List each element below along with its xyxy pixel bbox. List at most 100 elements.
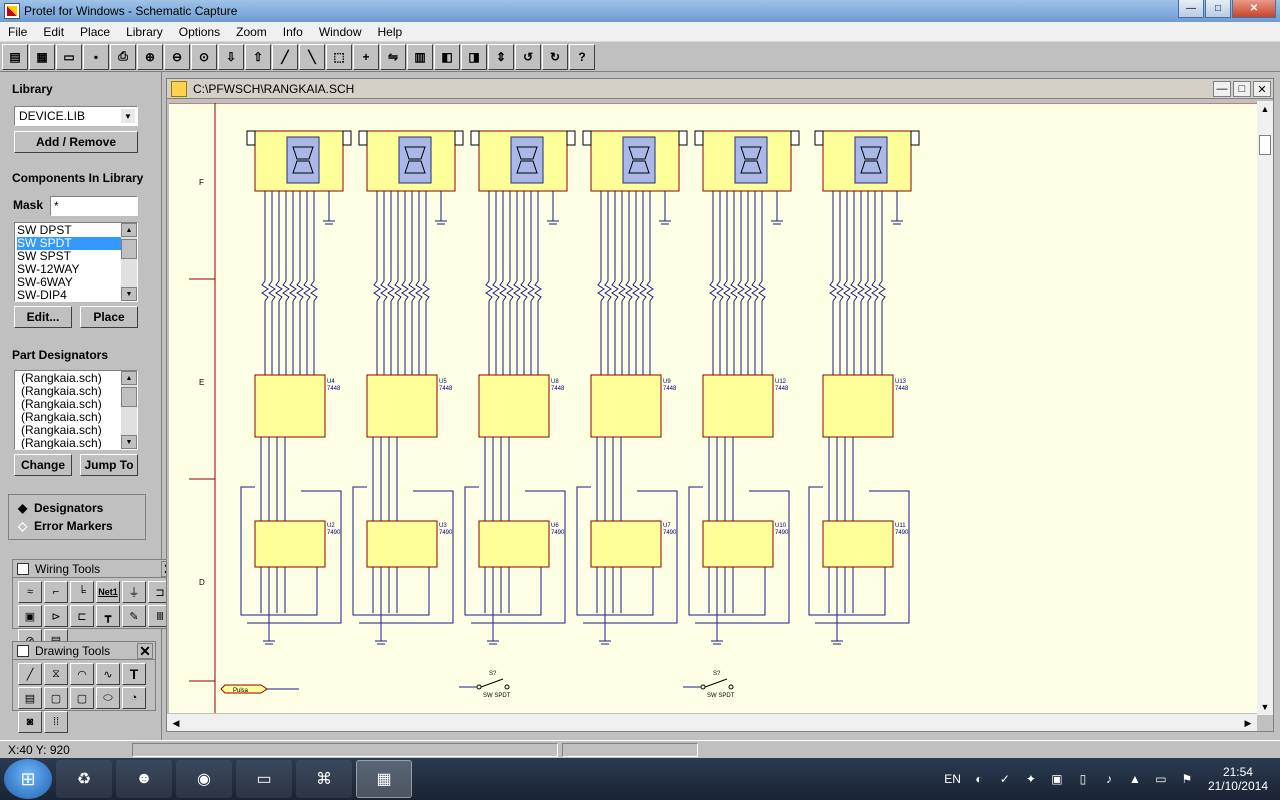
menu-edit[interactable]: Edit <box>35 25 72 39</box>
pie-icon[interactable]: ◔ <box>122 687 146 709</box>
edit-button[interactable]: Edit... <box>14 306 72 328</box>
schematic-drawing[interactable]: FED U47448U27490U57448U37490U87448U67490… <box>169 103 1257 713</box>
components-list[interactable]: SW DPST SW SPDT SW SPST SW-12WAY SW-6WAY… <box>14 222 138 302</box>
taskbar-protel-icon[interactable]: ▦ <box>356 760 412 798</box>
port-icon[interactable]: ◧ <box>434 43 460 70</box>
designators-scrollbar[interactable]: ▲ ▼ <box>121 371 137 449</box>
arc-icon[interactable]: ◠ <box>70 663 94 685</box>
list-item[interactable]: (Rangkaia.sch) <box>21 437 137 450</box>
designators-list[interactable]: (Rangkaia.sch) (Rangkaia.sch) (Rangkaia.… <box>14 370 138 450</box>
menu-place[interactable]: Place <box>72 25 118 39</box>
ground-icon[interactable]: ⏚ <box>122 581 146 603</box>
text-frame-icon[interactable]: ▤ <box>18 687 42 709</box>
vertical-scrollbar[interactable]: ▲ ▼ <box>1257 101 1273 715</box>
doc-maximize-button[interactable]: □ <box>1233 81 1251 97</box>
components-scrollbar[interactable]: ▲ ▼ <box>121 223 137 301</box>
new-doc-icon[interactable]: ▦ <box>29 43 55 70</box>
power-icon[interactable]: ⇕ <box>488 43 514 70</box>
tray-app-icon[interactable]: ◐ <box>971 771 987 787</box>
select-icon[interactable]: ⬚ <box>326 43 352 70</box>
minimize-button[interactable]: — <box>1178 0 1204 18</box>
bus-icon[interactable]: ╲ <box>299 43 325 70</box>
change-button[interactable]: Change <box>14 454 72 476</box>
menu-options[interactable]: Options <box>171 25 228 39</box>
junction-icon[interactable]: ┳ <box>96 605 120 627</box>
tray-device-icon[interactable]: ▯ <box>1075 771 1091 787</box>
menu-info[interactable]: Info <box>275 25 311 39</box>
menu-window[interactable]: Window <box>311 25 370 39</box>
tray-network-icon[interactable]: ▣ <box>1049 771 1065 787</box>
scroll-up-icon[interactable]: ▲ <box>121 371 137 385</box>
folder-icon[interactable]: ▭ <box>56 43 82 70</box>
doc-minimize-button[interactable]: — <box>1213 81 1231 97</box>
save-icon[interactable]: ▪ <box>83 43 109 70</box>
taskbar-chrome-icon[interactable]: ◉ <box>176 760 232 798</box>
menu-help[interactable]: Help <box>370 25 411 39</box>
wire-icon[interactable]: ╱ <box>272 43 298 70</box>
bus-icon[interactable]: ⌐ <box>44 581 68 603</box>
mask-input[interactable]: * <box>50 196 138 216</box>
drawing-tools-close-button[interactable]: ✕ <box>137 643 153 659</box>
zoom-in-icon[interactable]: ⊕ <box>137 43 163 70</box>
tray-security-icon[interactable]: ✓ <box>997 771 1013 787</box>
place-button[interactable]: Place <box>80 306 138 328</box>
list-item[interactable]: SW-DIP4 <box>17 289 137 302</box>
line-icon[interactable]: ╱ <box>18 663 42 685</box>
volume-icon[interactable]: ♪ <box>1101 771 1117 787</box>
taskbar-pdf-icon[interactable]: ⌘ <box>296 760 352 798</box>
scroll-up-icon[interactable]: ▲ <box>121 223 137 237</box>
bezier-icon[interactable]: ∿ <box>96 663 120 685</box>
rectangle-icon[interactable]: ▢ <box>44 687 68 709</box>
menu-zoom[interactable]: Zoom <box>228 25 275 39</box>
tray-display-icon[interactable]: ▭ <box>1153 771 1169 787</box>
menu-file[interactable]: File <box>0 25 35 39</box>
ellipse-icon[interactable]: ⬭ <box>96 687 120 709</box>
error-markers-radio[interactable]: ◇ Error Markers <box>18 519 113 533</box>
chevron-down-icon[interactable]: ▼ <box>121 109 135 123</box>
start-button[interactable]: ⊞ <box>4 759 52 799</box>
add-remove-button[interactable]: Add / Remove <box>14 131 138 153</box>
scroll-right-icon[interactable]: ▶ <box>1241 716 1255 730</box>
pencil-icon[interactable]: ✎ <box>122 605 146 627</box>
arrow-down-icon[interactable]: ⇩ <box>218 43 244 70</box>
open-doc-icon[interactable]: ▤ <box>2 43 28 70</box>
scroll-thumb[interactable] <box>1259 135 1271 155</box>
jump-to-button[interactable]: Jump To <box>80 454 138 476</box>
wiring-tools-titlebar[interactable]: Wiring Tools <box>13 560 179 578</box>
doc-close-button[interactable]: ✕ <box>1253 81 1271 97</box>
zoom-fit-icon[interactable]: ⊙ <box>191 43 217 70</box>
sheet-entry-icon[interactable]: ⊏ <box>70 605 94 627</box>
scroll-thumb[interactable] <box>121 239 137 259</box>
part-icon[interactable]: ▥ <box>407 43 433 70</box>
scroll-thumb[interactable] <box>121 387 137 407</box>
sheet-symbol-icon[interactable]: ▣ <box>18 605 42 627</box>
close-button[interactable]: ✕ <box>1232 0 1276 18</box>
part-icon[interactable]: ⊳ <box>44 605 68 627</box>
taskbar-explorer-icon[interactable]: ▭ <box>236 760 292 798</box>
cross-icon[interactable]: + <box>353 43 379 70</box>
undo-icon[interactable]: ↺ <box>515 43 541 70</box>
rounded-rect-icon[interactable]: ▢ <box>70 687 94 709</box>
scroll-down-icon[interactable]: ▼ <box>121 435 137 449</box>
scroll-up-icon[interactable]: ▲ <box>1259 103 1271 115</box>
document-titlebar[interactable]: C:\PFWSCH\RANGKAIA.SCH — □ ✕ <box>167 79 1273 99</box>
drawing-tools-titlebar[interactable]: Drawing Tools <box>13 642 155 660</box>
sheet-icon[interactable]: ◨ <box>461 43 487 70</box>
menu-library[interactable]: Library <box>118 25 171 39</box>
tray-tool-icon[interactable]: ✦ <box>1023 771 1039 787</box>
polygon-icon[interactable]: ⧖ <box>44 663 68 685</box>
text-button[interactable]: T <box>122 663 146 685</box>
scroll-left-icon[interactable]: ◀ <box>169 716 183 730</box>
clock[interactable]: 21:54 21/10/2014 <box>1208 765 1268 793</box>
tray-flag-icon[interactable]: ⚑ <box>1179 771 1195 787</box>
array-icon[interactable]: ⁞⁞ <box>44 711 68 733</box>
taskbar-app-icon[interactable]: ♻ <box>56 760 112 798</box>
wire-icon[interactable]: ≈ <box>18 581 42 603</box>
arrow-up-icon[interactable]: ⇧ <box>245 43 271 70</box>
redo-icon[interactable]: ↻ <box>542 43 568 70</box>
bus-entry-icon[interactable]: ╘ <box>70 581 94 603</box>
tray-alert-icon[interactable]: ▲ <box>1127 771 1143 787</box>
taskbar-game-icon[interactable]: ☻ <box>116 760 172 798</box>
netlabel-icon[interactable]: ⇋ <box>380 43 406 70</box>
designators-radio[interactable]: ◆ Designators <box>18 501 103 515</box>
